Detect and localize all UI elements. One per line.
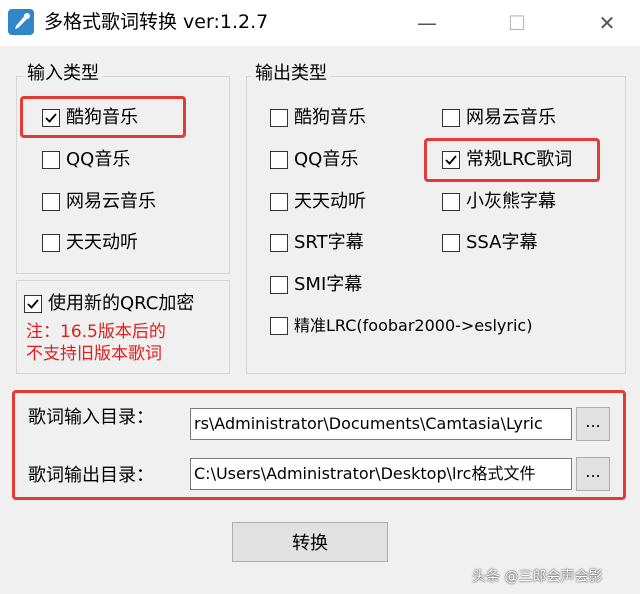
checkbox[interactable] bbox=[270, 109, 288, 127]
checkbox[interactable] bbox=[42, 234, 60, 252]
output-type-legend: 输出类型 bbox=[252, 62, 330, 86]
output-dir-field[interactable]: C:\Users\Administrator\Desktop\lrc格式文件 bbox=[190, 458, 572, 490]
output-option-label: 酷狗音乐 bbox=[294, 107, 366, 128]
checkbox[interactable] bbox=[442, 109, 460, 127]
input-option-label: 网易云音乐 bbox=[66, 191, 156, 212]
qrc-note-line2: 不支持旧版本歌词 bbox=[26, 344, 162, 364]
output-option-ttpod[interactable]: 天天动听 bbox=[270, 188, 366, 216]
close-button[interactable]: ✕ bbox=[584, 8, 630, 38]
output-dir-browse-button[interactable]: ... bbox=[576, 457, 610, 491]
output-option-label: SSA字幕 bbox=[466, 232, 538, 253]
minimize-button[interactable]: — bbox=[404, 8, 450, 38]
convert-button[interactable]: 转换 bbox=[232, 522, 388, 562]
output-option-label: QQ音乐 bbox=[294, 149, 359, 170]
output-option-label: 网易云音乐 bbox=[466, 107, 556, 128]
checkbox[interactable] bbox=[42, 109, 60, 127]
output-option-netease[interactable]: 网易云音乐 bbox=[442, 104, 556, 132]
qrc-encrypt-label: 使用新的QRC加密 bbox=[48, 293, 195, 314]
app-icon bbox=[8, 9, 34, 35]
checkbox[interactable] bbox=[442, 151, 460, 169]
watermark-text: 头条 @三郎会声会影 bbox=[472, 569, 603, 585]
output-option-precise-lrc[interactable]: 精准LRC(foobar2000->eslyric) bbox=[270, 312, 532, 340]
minimize-icon: — bbox=[417, 11, 437, 35]
input-option-label: QQ音乐 bbox=[66, 149, 131, 170]
qrc-note-line1: 注：16.5版本后的 bbox=[26, 322, 166, 342]
checkbox[interactable] bbox=[442, 234, 460, 252]
output-option-srt[interactable]: SRT字幕 bbox=[270, 229, 364, 257]
output-option-label: 常规LRC歌词 bbox=[466, 149, 573, 170]
input-option-qq[interactable]: QQ音乐 bbox=[42, 146, 130, 174]
output-option-lrc[interactable]: 常规LRC歌词 bbox=[442, 146, 572, 174]
checkbox[interactable] bbox=[42, 193, 60, 211]
input-option-label: 酷狗音乐 bbox=[66, 107, 138, 128]
maximize-button: ☐ bbox=[494, 8, 540, 38]
input-type-legend: 输入类型 bbox=[24, 62, 102, 86]
window-title: 多格式歌词转换 ver:1.2.7 bbox=[44, 11, 269, 33]
checkbox[interactable] bbox=[270, 317, 288, 335]
output-option-qq[interactable]: QQ音乐 bbox=[270, 146, 358, 174]
output-option-ssa[interactable]: SSA字幕 bbox=[442, 229, 538, 257]
checkbox[interactable] bbox=[42, 151, 60, 169]
input-option-label: 天天动听 bbox=[66, 232, 138, 253]
output-option-label: 精准LRC(foobar2000->eslyric) bbox=[294, 316, 533, 335]
checkbox[interactable] bbox=[442, 193, 460, 211]
close-icon: ✕ bbox=[598, 11, 616, 35]
checkbox[interactable] bbox=[270, 276, 288, 294]
output-option-label: 小灰熊字幕 bbox=[466, 191, 556, 212]
input-option-ttpod[interactable]: 天天动听 bbox=[42, 229, 138, 257]
checkbox[interactable] bbox=[270, 151, 288, 169]
output-option-kugou[interactable]: 酷狗音乐 bbox=[270, 104, 366, 132]
input-option-netease[interactable]: 网易云音乐 bbox=[42, 188, 156, 216]
output-option-label: SMI字幕 bbox=[294, 274, 363, 295]
qrc-encrypt-option[interactable]: 使用新的QRC加密 bbox=[24, 290, 194, 318]
output-option-label: SRT字幕 bbox=[294, 232, 364, 253]
input-dir-browse-button[interactable]: ... bbox=[576, 407, 610, 441]
checkbox[interactable] bbox=[270, 234, 288, 252]
output-option-xiaohuixiong[interactable]: 小灰熊字幕 bbox=[442, 188, 556, 216]
input-option-kugou[interactable]: 酷狗音乐 bbox=[42, 104, 138, 132]
checkbox[interactable] bbox=[270, 193, 288, 211]
maximize-icon: ☐ bbox=[508, 11, 526, 35]
checkbox[interactable] bbox=[24, 295, 42, 313]
input-dir-field[interactable]: rs\Administrator\Documents\Camtasia\Lyri… bbox=[190, 408, 572, 440]
output-dir-label: 歌词输出目录： bbox=[28, 465, 154, 486]
output-option-smi[interactable]: SMI字幕 bbox=[270, 271, 362, 299]
output-option-label: 天天动听 bbox=[294, 191, 366, 212]
input-dir-label: 歌词输入目录： bbox=[28, 407, 154, 428]
